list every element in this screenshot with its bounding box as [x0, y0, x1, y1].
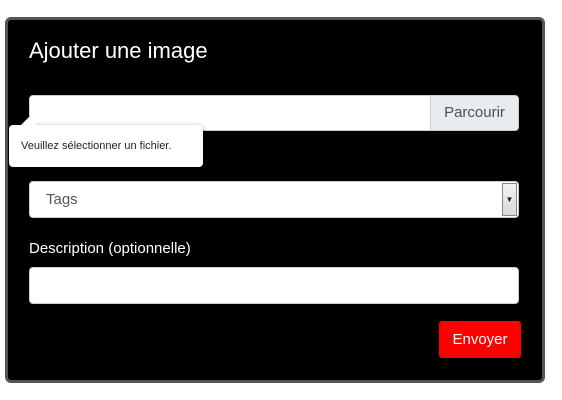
tags-select-value: Tags	[46, 191, 78, 208]
tooltip-message: Veuillez sélectionner un fichier.	[21, 140, 172, 152]
file-required-tooltip: Veuillez sélectionner un fichier.	[9, 117, 203, 167]
triangle-down-icon[interactable]: ▼	[502, 183, 517, 216]
description-field[interactable]	[29, 267, 519, 304]
add-image-panel: Ajouter une image Parcourir Tags ▼ Descr…	[5, 17, 545, 383]
tooltip-arrow	[20, 117, 38, 126]
browse-button[interactable]: Parcourir	[430, 96, 518, 130]
panel-title: Ajouter une image	[29, 38, 208, 63]
submit-button[interactable]: Envoyer	[439, 321, 521, 358]
tags-select[interactable]: Tags ▼	[29, 181, 519, 218]
description-label: Description (optionnelle)	[29, 240, 191, 257]
